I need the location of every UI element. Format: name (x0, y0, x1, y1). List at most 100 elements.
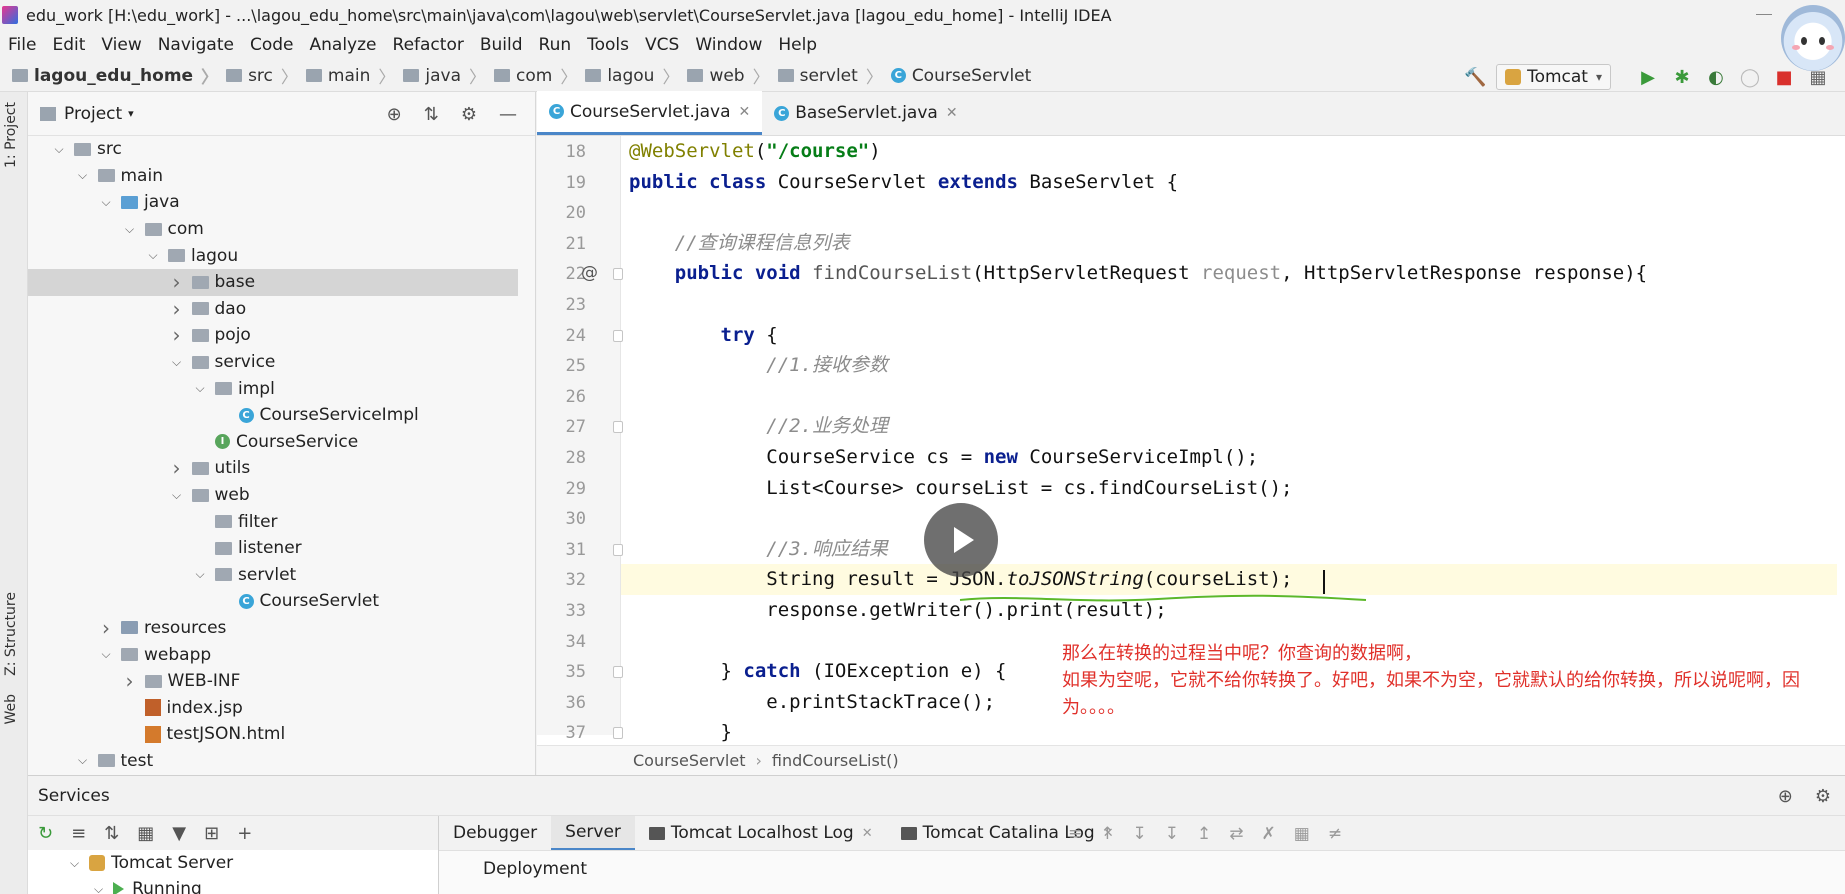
filter-icon[interactable]: ▼ (172, 823, 186, 844)
chevron-down-icon[interactable]: ⌵ (70, 856, 79, 871)
close-icon[interactable]: ✕ (946, 105, 958, 121)
fold-marker-icon[interactable] (613, 666, 623, 679)
menu-navigate[interactable]: Navigate (158, 35, 234, 55)
coverage-icon[interactable]: ◐ (1705, 66, 1727, 88)
collapse-all-icon[interactable]: ⇅ (104, 823, 119, 844)
menu-view[interactable]: View (101, 35, 141, 55)
tree-item-web[interactable]: ⌵ web (28, 482, 518, 509)
gear-icon[interactable]: ⚙ (1815, 786, 1831, 807)
chevron-right-icon[interactable]: › (170, 270, 184, 294)
tree-item-main[interactable]: ⌵ main (28, 163, 518, 190)
menu-file[interactable]: File (8, 35, 36, 55)
project-tool-tab[interactable]: 1: Project (3, 102, 19, 168)
chevron-down-icon[interactable]: ⌵ (193, 381, 207, 396)
refresh-icon[interactable]: ↻ (38, 823, 53, 844)
tree-item-lagou[interactable]: ⌵ lagou (28, 242, 518, 269)
profile-icon[interactable]: ◯ (1739, 66, 1761, 88)
chevron-right-icon[interactable]: › (170, 297, 184, 321)
chevron-down-icon[interactable]: ⌵ (146, 248, 160, 263)
breadcrumb-item[interactable]: servlet 〉 (777, 63, 883, 88)
chevron-right-icon[interactable]: › (170, 456, 184, 480)
project-panel-title[interactable]: Project (64, 104, 122, 124)
chevron-down-icon[interactable]: ▾ (128, 107, 134, 120)
fold-marker-icon[interactable] (613, 268, 623, 281)
tree-item-dao[interactable]: › dao (28, 296, 518, 323)
breadcrumb-item[interactable]: lagou 〉 (585, 63, 679, 88)
chevron-down-icon[interactable]: ⌵ (99, 647, 113, 662)
web-tool-tab[interactable]: Web (3, 694, 19, 725)
tree-item-resources[interactable]: › resources (28, 615, 518, 642)
gear-icon[interactable]: ⚙ (461, 104, 477, 125)
tree-item-index-jsp[interactable]: index.jsp (28, 694, 518, 721)
plus-icon[interactable]: + (237, 823, 252, 844)
fold-marker-icon[interactable] (613, 543, 623, 556)
menu-help[interactable]: Help (778, 35, 817, 55)
chevron-down-icon[interactable]: ⌵ (76, 168, 90, 183)
chevron-down-icon[interactable]: ⌵ (94, 882, 103, 894)
tree-item-src[interactable]: ⌵ src (28, 136, 518, 163)
menu-edit[interactable]: Edit (52, 35, 85, 55)
breadcrumb-item[interactable]: web 〉 (687, 63, 770, 88)
fold-marker-icon[interactable] (613, 421, 623, 434)
override-marker-icon[interactable]: @ (581, 263, 598, 283)
service-tomcat-server[interactable]: ⌵ Tomcat Server (28, 850, 438, 876)
tree-item-filter[interactable]: filter (28, 508, 518, 535)
close-icon[interactable]: ✕ (739, 104, 751, 120)
menu-icon[interactable]: ≡ (1068, 824, 1082, 844)
tree-item-utils[interactable]: › utils (28, 455, 518, 482)
chevron-down-icon[interactable]: ⌵ (99, 195, 113, 210)
group-icon[interactable]: ▦ (137, 823, 154, 844)
chevron-down-icon[interactable]: ⌵ (52, 142, 66, 157)
download-icon[interactable]: ↧ (1133, 824, 1147, 844)
tree-item-servlet[interactable]: ⌵ servlet (28, 562, 518, 589)
stop-icon[interactable]: ■ (1773, 66, 1795, 88)
menu-window[interactable]: Window (695, 35, 762, 55)
tab-courseservlet-java[interactable]: C CourseServlet.java ✕ (537, 91, 763, 135)
download-alt-icon[interactable]: ↧ (1165, 824, 1179, 844)
tab-debugger[interactable]: Debugger (439, 816, 551, 850)
breadcrumb-item[interactable]: lagou_edu_home 〉 (12, 63, 218, 88)
breadcrumb-item[interactable]: src 〉 (226, 63, 298, 88)
menu-vcs[interactable]: VCS (645, 35, 679, 55)
chevron-down-icon[interactable]: ⌵ (193, 567, 207, 582)
remove-icon[interactable]: ✗ (1262, 824, 1276, 844)
menu-build[interactable]: Build (480, 35, 523, 55)
chevron-down-icon[interactable]: ⌵ (123, 222, 137, 237)
debug-icon[interactable]: ✱ (1671, 66, 1693, 88)
menu-refactor[interactable]: Refactor (393, 35, 464, 55)
tab-server[interactable]: Server (551, 816, 635, 850)
chevron-right-icon[interactable]: › (99, 616, 113, 640)
tree-item-java[interactable]: ⌵ java (28, 189, 518, 216)
menu-code[interactable]: Code (250, 35, 294, 55)
add-service-icon[interactable]: ⊞ (204, 823, 219, 844)
run-icon[interactable]: ▶ (1637, 66, 1659, 88)
redeploy-icon[interactable]: ↑ (1100, 824, 1114, 844)
chevron-down-icon[interactable]: ⌵ (76, 753, 90, 768)
build-hammer-icon[interactable]: 🔨 (1464, 67, 1486, 88)
editor-crumb[interactable]: CourseServlet (633, 751, 745, 770)
hide-panel-icon[interactable]: — (499, 104, 517, 125)
tree-item-base[interactable]: › base (28, 268, 518, 296)
breadcrumb-item[interactable]: main 〉 (305, 63, 395, 88)
tab-tomcat-localhost-log[interactable]: Tomcat Localhost Log ✕ (635, 816, 887, 850)
breadcrumb-item[interactable]: C CourseServlet (890, 66, 1031, 86)
tree-item-courseserviceimpl[interactable]: C CourseServiceImpl (28, 402, 518, 429)
tree-item-listener[interactable]: listener (28, 535, 518, 562)
locate-icon[interactable]: ⊕ (387, 104, 402, 125)
tree-item-courseservice[interactable]: I CourseService (28, 429, 518, 456)
tree-item-web-inf[interactable]: › WEB-INF (28, 668, 518, 695)
structure-tool-tab[interactable]: Z: Structure (3, 592, 19, 676)
collapse-all-icon[interactable]: ⇅ (424, 104, 439, 125)
chevron-right-icon[interactable]: › (123, 669, 137, 693)
chevron-down-icon[interactable]: ⌵ (170, 488, 184, 503)
fold-marker-icon[interactable] (613, 727, 623, 740)
expand-all-icon[interactable]: ≡ (71, 823, 86, 844)
upload-icon[interactable]: ↥ (1197, 824, 1211, 844)
service-running[interactable]: ⌵ Running (28, 876, 438, 894)
tree-item-com[interactable]: ⌵ com (28, 216, 518, 243)
sync-icon[interactable]: ⇄ (1229, 824, 1243, 844)
tree-item-webapp[interactable]: ⌵ webapp (28, 641, 518, 668)
video-play-button[interactable] (924, 503, 998, 577)
tree-item-service[interactable]: ⌵ service (28, 349, 518, 376)
settings-icon[interactable]: ≠ (1328, 824, 1342, 844)
